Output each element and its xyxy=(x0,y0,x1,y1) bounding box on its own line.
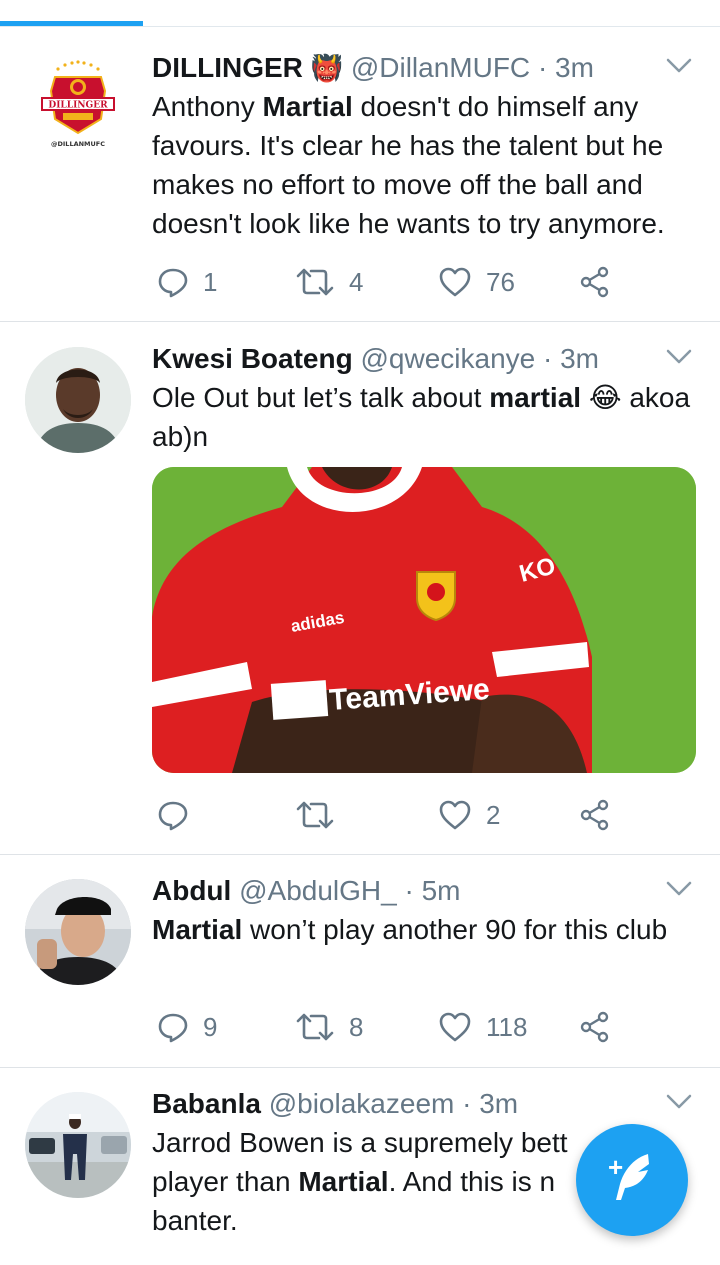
profile-photo xyxy=(25,879,131,985)
reply-button[interactable] xyxy=(157,795,203,835)
heart-icon xyxy=(438,266,472,298)
separator: · xyxy=(543,343,553,374)
timestamp[interactable]: 3m xyxy=(555,52,594,83)
like-button[interactable]: 76 xyxy=(438,262,515,302)
share-button[interactable] xyxy=(579,1007,611,1047)
reply-count: 1 xyxy=(203,266,218,297)
tweet-header: Abdul @AbdulGH_ · 5m xyxy=(152,872,698,910)
tweet-header: Kwesi Boateng @qwecikanye · 3m xyxy=(152,340,698,378)
tweet-header: DILLINGER 👹 @DillanMUFC · 3m xyxy=(152,49,698,87)
avatar[interactable] xyxy=(25,879,131,985)
separator: · xyxy=(404,875,414,906)
logo-caption: @DILLANMUFC xyxy=(51,140,105,148)
tweet-text: Martial won’t play another 90 for this c… xyxy=(152,914,668,945)
tweet-actions: 9 8 118 xyxy=(152,1007,622,1047)
tweet-actions: 1 4 76 xyxy=(152,262,622,302)
tweet-actions: 2 xyxy=(152,795,622,835)
reply-icon xyxy=(157,1011,189,1043)
tweet[interactable]: Abdul @AbdulGH_ · 5m Martial won’t play … xyxy=(0,855,720,1068)
tweet-media-image[interactable]: adidas TeamViewe KO xyxy=(152,467,696,773)
chevron-down-icon[interactable] xyxy=(666,51,692,81)
logo-wordmark: DILLINGER xyxy=(48,101,108,111)
timestamp[interactable]: 5m xyxy=(422,875,461,906)
tweet-text: Jarrod Bowen is a supremely bett player … xyxy=(152,1127,568,1236)
retweet-icon xyxy=(295,799,335,831)
separator: · xyxy=(462,1088,472,1119)
retweet-button[interactable] xyxy=(295,795,349,835)
share-icon xyxy=(579,1011,611,1043)
share-icon xyxy=(579,266,611,298)
reply-count: 9 xyxy=(203,1011,218,1042)
avatar[interactable] xyxy=(25,1092,131,1198)
timestamp[interactable]: 3m xyxy=(560,343,599,374)
heart-icon xyxy=(438,1011,472,1043)
jersey-photo: adidas TeamViewe KO xyxy=(152,467,696,773)
avatar[interactable]: DILLINGER @DILLANMUFC xyxy=(25,49,131,155)
retweet-count: 8 xyxy=(349,1011,364,1042)
like-count: 76 xyxy=(486,266,515,297)
tweet-header: Babanla @biolakazeem · 3m xyxy=(152,1085,698,1123)
retweet-icon xyxy=(295,1011,335,1043)
reply-button[interactable]: 9 xyxy=(157,1007,217,1047)
like-count: 2 xyxy=(486,799,501,830)
avatar[interactable] xyxy=(25,347,131,453)
tweet[interactable]: DILLINGER @DILLANMUFC DILLINGER 👹 @Dilla… xyxy=(0,27,720,322)
reply-icon xyxy=(157,799,189,831)
chevron-down-icon[interactable] xyxy=(666,1087,692,1117)
name-emoji: 👹 xyxy=(310,53,344,83)
dillinger-logo: DILLINGER @DILLANMUFC xyxy=(41,60,115,148)
heart-icon xyxy=(438,799,472,831)
display-name[interactable]: Kwesi Boateng xyxy=(152,343,353,374)
tweet-text: Ole Out but let’s talk about martial 😂 a… xyxy=(152,382,691,452)
reply-button[interactable]: 1 xyxy=(157,262,217,302)
handle[interactable]: @qwecikanye xyxy=(360,343,535,374)
display-name[interactable]: DILLINGER xyxy=(152,52,303,83)
display-name[interactable]: Abdul xyxy=(152,875,231,906)
share-button[interactable] xyxy=(579,262,611,302)
handle[interactable]: @DillanMUFC xyxy=(351,52,530,83)
retweet-count: 4 xyxy=(349,266,364,297)
like-count: 118 xyxy=(486,1011,528,1042)
feather-icon xyxy=(616,1154,649,1200)
like-button[interactable]: 2 xyxy=(438,795,500,835)
chevron-down-icon[interactable] xyxy=(666,342,692,372)
share-button[interactable] xyxy=(579,795,611,835)
profile-photo xyxy=(25,1092,131,1198)
top-tab-bar xyxy=(0,0,720,26)
handle[interactable]: @biolakazeem xyxy=(269,1088,455,1119)
separator: · xyxy=(537,52,548,83)
share-icon xyxy=(579,799,611,831)
reply-icon xyxy=(157,266,189,298)
timestamp[interactable]: 3m xyxy=(479,1088,518,1119)
retweet-button[interactable]: 8 xyxy=(295,1007,363,1047)
profile-photo xyxy=(25,347,131,453)
display-name[interactable]: Babanla xyxy=(152,1088,261,1119)
tweet-text: Anthony Martial doesn't do himself any f… xyxy=(152,91,665,239)
chevron-down-icon[interactable] xyxy=(666,874,692,904)
retweet-icon xyxy=(295,266,335,298)
handle[interactable]: @AbdulGH_ xyxy=(239,875,397,906)
compose-tweet-button[interactable]: + xyxy=(576,1124,688,1236)
like-button[interactable]: 118 xyxy=(438,1007,527,1047)
retweet-button[interactable]: 4 xyxy=(295,262,363,302)
